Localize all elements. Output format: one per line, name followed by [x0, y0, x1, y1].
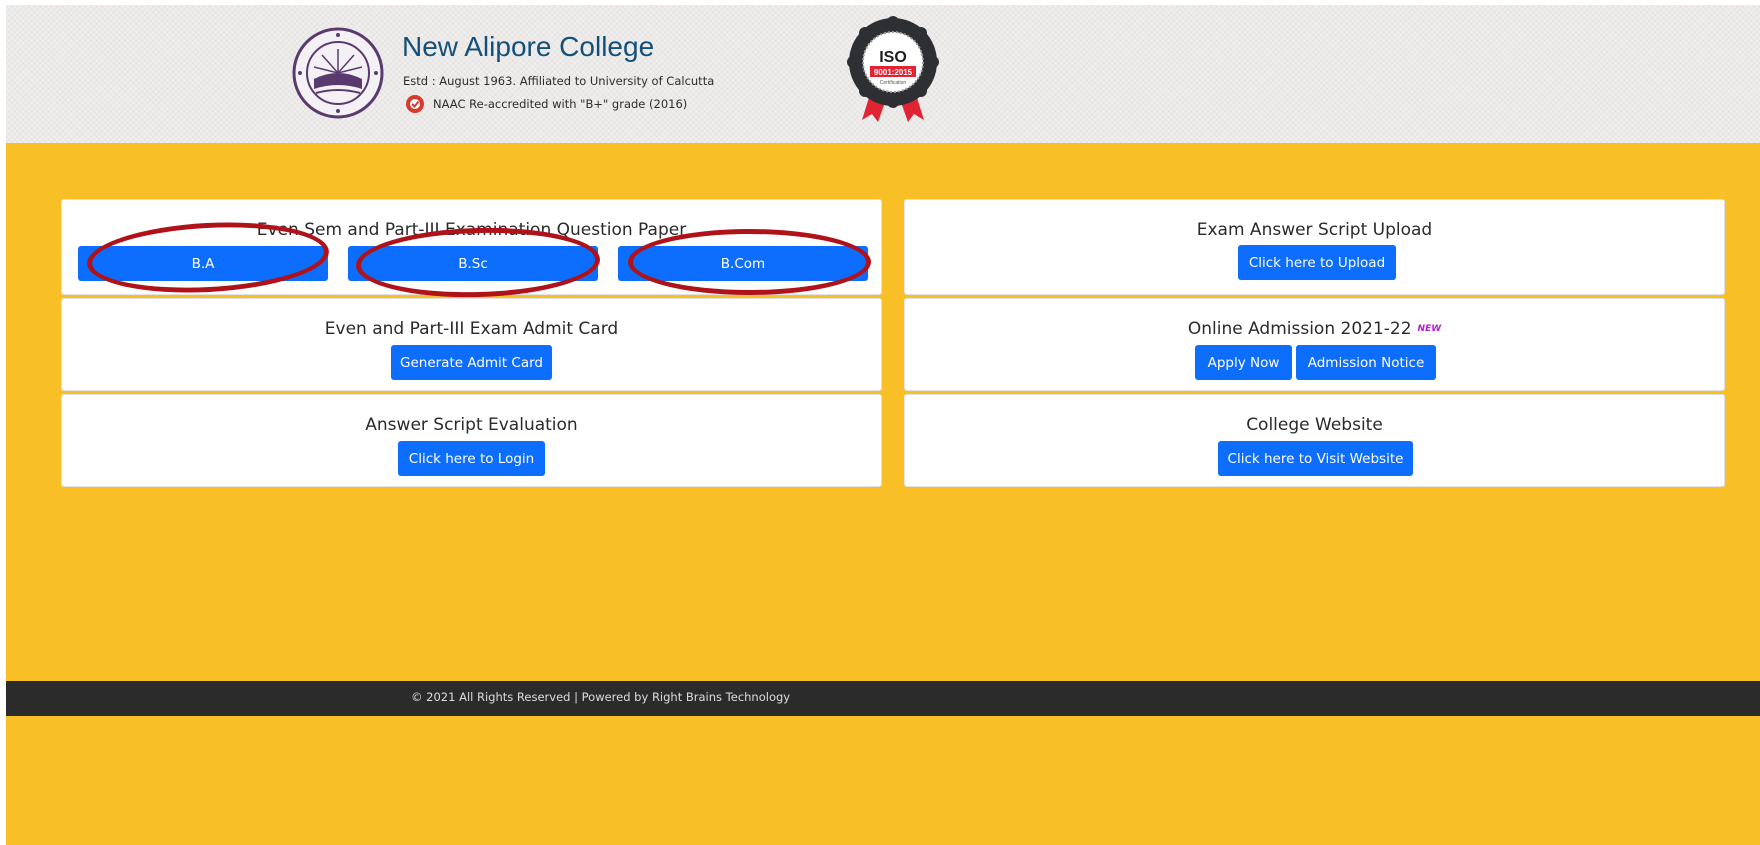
college-website-card: College Website Click here to Visit Webs…: [904, 394, 1725, 487]
generate-admit-card-button[interactable]: Generate Admit Card: [391, 345, 552, 380]
admission-title: Online Admission 2021-22: [1187, 319, 1412, 339]
iso-badge-middle-text: 9001:2015: [874, 68, 913, 77]
bcom-button[interactable]: B.Com: [618, 246, 868, 281]
admit-card-title: Even and Part-III Exam Admit Card: [324, 319, 619, 339]
apply-now-button[interactable]: Apply Now: [1195, 345, 1292, 380]
answer-upload-card: Exam Answer Script Upload Click here to …: [904, 199, 1725, 295]
college-name: New Alipore College: [402, 31, 655, 62]
question-paper-card: Even Sem and Part-III Examination Questi…: [61, 199, 882, 295]
college-website-title: College Website: [1246, 415, 1383, 435]
admission-title-row: Online Admission 2021-22 NEW: [905, 319, 1724, 339]
site-header: New Alipore College Estd : August 1963. …: [6, 5, 1760, 143]
naac-logo-icon: [406, 95, 424, 113]
copyright-text: © 2021 All Rights Reserved | Powered by …: [411, 690, 791, 704]
question-paper-title: Even Sem and Part-III Examination Questi…: [256, 220, 687, 240]
college-logo: [292, 27, 384, 119]
evaluation-title: Answer Script Evaluation: [365, 415, 578, 435]
upload-button[interactable]: Click here to Upload: [1238, 245, 1396, 280]
admit-card-card: Even and Part-III Exam Admit Card Genera…: [61, 298, 882, 391]
establishment-info: Estd : August 1963. Affiliated to Univer…: [403, 74, 715, 88]
page-frame: New Alipore College Estd : August 1963. …: [6, 5, 1760, 845]
ba-button[interactable]: B.A: [78, 246, 328, 281]
iso-badge-top-text: ISO: [879, 49, 907, 66]
iso-badge-bottom-text: Certification: [880, 80, 907, 86]
site-footer: © 2021 All Rights Reserved | Powered by …: [6, 681, 1760, 716]
naac-info: NAAC Re-accredited with "B+" grade (2016…: [405, 93, 687, 115]
naac-text: NAAC Re-accredited with "B+" grade (2016…: [433, 97, 688, 111]
admission-notice-button[interactable]: Admission Notice: [1296, 345, 1436, 380]
evaluation-card: Answer Script Evaluation Click here to L…: [61, 394, 882, 487]
new-badge: NEW: [1417, 324, 1442, 334]
login-button[interactable]: Click here to Login: [398, 441, 545, 476]
admission-card: Online Admission 2021-22 NEW Apply Now Ad…: [904, 298, 1725, 391]
bsc-button[interactable]: B.Sc: [348, 246, 598, 281]
iso-certification-badge: ISO 9001:2015 Certification: [847, 16, 939, 122]
visit-website-button[interactable]: Click here to Visit Website: [1218, 441, 1413, 476]
answer-upload-title: Exam Answer Script Upload: [1196, 220, 1433, 240]
